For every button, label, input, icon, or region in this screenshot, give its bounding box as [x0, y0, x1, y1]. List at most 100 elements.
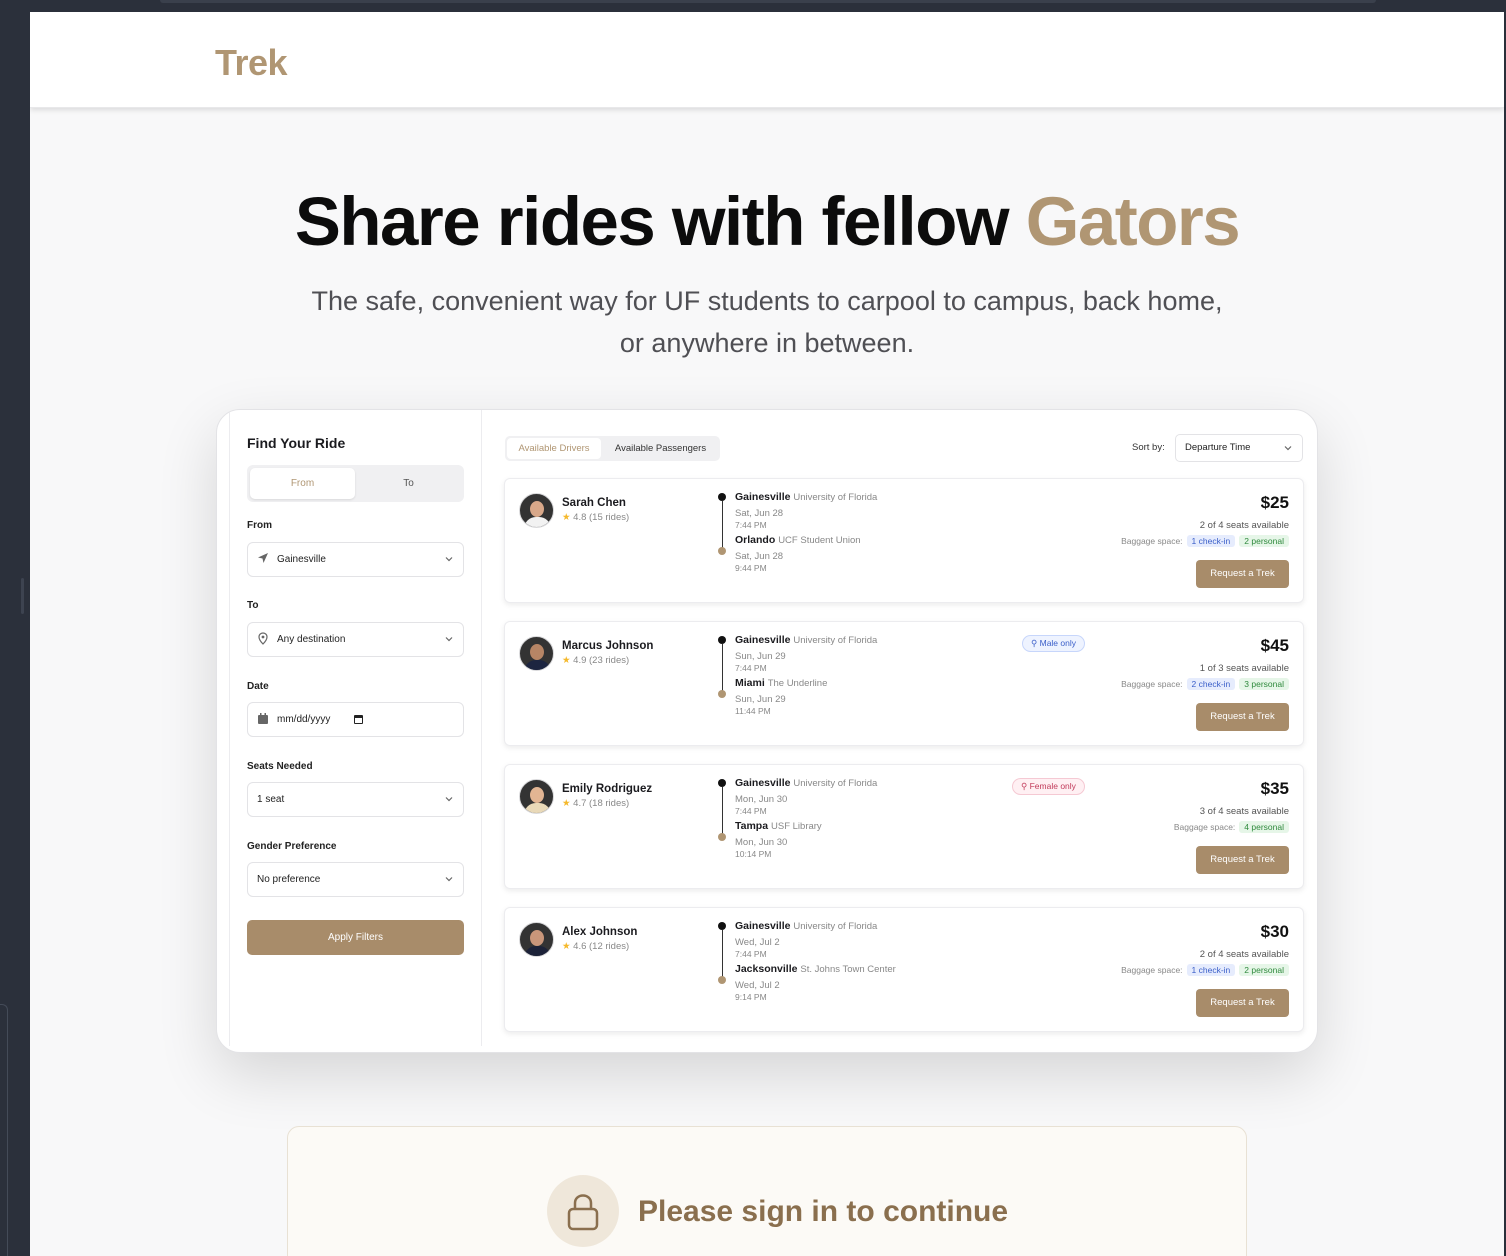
- rides-panel: Available Drivers Available Passengers S…: [482, 410, 1317, 1052]
- star-icon: ★: [562, 941, 571, 952]
- seats-available: 1 of 3 seats available: [1199, 663, 1289, 674]
- driver-avatar: [519, 493, 554, 528]
- baggage-info: Baggage space: 1 check-in 2 personal: [1121, 535, 1289, 547]
- filter-title: Find Your Ride: [247, 435, 346, 451]
- driver-name[interactable]: Alex Johnson: [562, 926, 637, 938]
- checkin-badge: 2 check-in: [1186, 678, 1236, 690]
- hero-title-accent: Gators: [1025, 183, 1241, 260]
- toggle-from[interactable]: From: [250, 468, 355, 499]
- driver-name[interactable]: Emily Rodriguez: [562, 783, 652, 795]
- ride-tabs: Available Drivers Available Passengers: [505, 436, 720, 461]
- person-icon: ⚲: [1021, 781, 1028, 791]
- to-select[interactable]: Any destination: [247, 622, 464, 657]
- date-label: Date: [247, 681, 269, 692]
- rating-value: 4.6 (12 rides): [573, 941, 630, 952]
- driver-avatar: [519, 636, 554, 671]
- checkin-badge: 1 check-in: [1186, 535, 1236, 547]
- lock-icon-circle: [547, 1175, 619, 1247]
- driver-name[interactable]: Sarah Chen: [562, 497, 626, 509]
- destination-place: UCF Student Union: [778, 535, 861, 546]
- route-line: [722, 501, 723, 551]
- baggage-label: Baggage space:: [1121, 679, 1183, 689]
- resize-handle[interactable]: [21, 578, 24, 614]
- destination-dot: [718, 547, 726, 555]
- baggage-info: Baggage space: 4 personal: [1174, 821, 1289, 833]
- destination-dot: [718, 833, 726, 841]
- origin-place: University of Florida: [793, 635, 878, 646]
- sign-in-message[interactable]: Please sign in to continue: [638, 1195, 1008, 1229]
- destination-city: Jacksonville: [735, 963, 798, 975]
- baggage-info: Baggage space: 2 check-in 3 personal: [1121, 678, 1289, 690]
- to-value: Any destination: [277, 634, 346, 645]
- origin-city: Gainesville: [735, 920, 791, 932]
- rating-value: 4.7 (18 rides): [573, 798, 630, 809]
- destination-city: Orlando: [735, 534, 776, 546]
- seats-available: 2 of 4 seats available: [1199, 520, 1289, 531]
- baggage-info: Baggage space: 1 check-in 2 personal: [1121, 964, 1289, 976]
- star-icon: ★: [562, 798, 571, 809]
- destination-time: 11:44 PM: [735, 706, 771, 716]
- tab-available-passengers[interactable]: Available Passengers: [603, 438, 718, 459]
- route-line: [722, 930, 723, 980]
- request-trek-button[interactable]: Request a Trek: [1196, 989, 1289, 1017]
- origin-dot: [718, 922, 726, 930]
- origin-stop: Gainesville University of Florida: [735, 634, 877, 646]
- tab-available-drivers[interactable]: Available Drivers: [507, 438, 601, 459]
- sort-select[interactable]: Departure Time: [1175, 434, 1303, 462]
- chevron-down-icon: [445, 557, 453, 562]
- star-icon: ★: [562, 655, 571, 666]
- destination-city: Miami: [735, 677, 765, 689]
- star-icon: ★: [562, 512, 571, 523]
- chevron-down-icon: [445, 637, 453, 642]
- rating-value: 4.8 (15 rides): [573, 512, 630, 523]
- driver-rating: ★ 4.6 (12 rides): [562, 941, 629, 952]
- driver-rating: ★ 4.8 (15 rides): [562, 512, 629, 523]
- from-label: From: [247, 520, 272, 531]
- request-trek-button[interactable]: Request a Trek: [1196, 703, 1289, 731]
- request-trek-button[interactable]: Request a Trek: [1196, 560, 1289, 588]
- request-trek-button[interactable]: Request a Trek: [1196, 846, 1289, 874]
- origin-time: 7:44 PM: [735, 806, 767, 816]
- seats-label: Seats Needed: [247, 761, 313, 772]
- origin-stop: Gainesville University of Florida: [735, 920, 877, 932]
- gender-select[interactable]: No preference: [247, 862, 464, 897]
- sign-in-prompt: Please sign in to continue: [287, 1126, 1247, 1256]
- destination-place: The Underline: [767, 678, 828, 689]
- driver-name[interactable]: Marcus Johnson: [562, 640, 653, 652]
- origin-stop: Gainesville University of Florida: [735, 491, 877, 503]
- origin-time: 7:44 PM: [735, 520, 767, 530]
- ride-card: Emily Rodriguez ★ 4.7 (18 rides) Gainesv…: [504, 764, 1304, 889]
- destination-place: USF Library: [771, 821, 822, 832]
- from-value: Gainesville: [277, 554, 326, 565]
- lock-icon: [567, 1194, 599, 1231]
- navigation-arrow-icon: [258, 553, 268, 563]
- gender-badge: ⚲ Male only: [1022, 635, 1085, 652]
- baggage-label: Baggage space:: [1121, 965, 1183, 975]
- baggage-label: Baggage space:: [1173, 822, 1236, 832]
- host-window-top: [30, 0, 1506, 12]
- date-picker-icon[interactable]: [354, 715, 363, 724]
- destination-date: Mon, Jun 30: [735, 837, 788, 848]
- brand-logo[interactable]: Trek: [215, 42, 288, 84]
- date-input[interactable]: mm/dd/yyyy: [247, 702, 464, 737]
- origin-date: Sun, Jun 29: [735, 651, 786, 662]
- personal-badge: 2 personal: [1239, 535, 1289, 547]
- destination-date: Sun, Jun 29: [735, 694, 786, 705]
- origin-dot: [718, 636, 726, 644]
- route-line: [722, 787, 723, 837]
- destination-time: 10:14 PM: [735, 849, 772, 859]
- personal-badge: 4 personal: [1239, 821, 1289, 833]
- origin-stop: Gainesville University of Florida: [735, 777, 877, 789]
- checkin-badge: 1 check-in: [1186, 964, 1236, 976]
- origin-place: University of Florida: [793, 492, 878, 503]
- apply-filters-button[interactable]: Apply Filters: [247, 920, 464, 955]
- driver-avatar: [519, 779, 554, 814]
- seats-select[interactable]: 1 seat: [247, 782, 464, 817]
- person-icon: ⚲: [1031, 638, 1038, 648]
- origin-dot: [718, 779, 726, 787]
- toggle-to[interactable]: To: [356, 468, 461, 499]
- from-select[interactable]: Gainesville: [247, 542, 464, 577]
- destination-date: Wed, Jul 2: [735, 980, 780, 991]
- destination-dot: [718, 976, 726, 984]
- chevron-down-icon: [1284, 446, 1292, 451]
